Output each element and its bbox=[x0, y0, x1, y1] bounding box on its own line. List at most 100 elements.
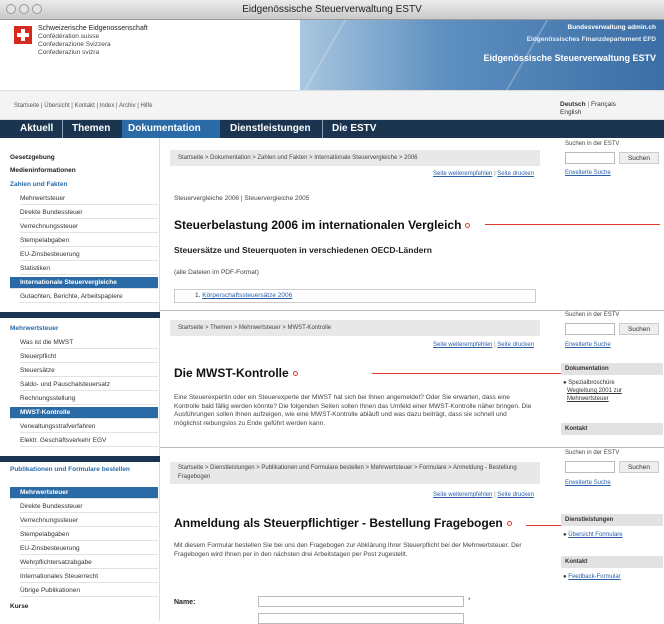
sidebar-divider bbox=[0, 312, 160, 318]
right-column-1: Suchen in der ESTV Suchen Erweiterte Suc… bbox=[553, 138, 664, 308]
search-button[interactable]: Suchen bbox=[619, 461, 659, 473]
sidebar-item-eu-zinsbesteuerung[interactable]: EU-Zinsbesteuerung bbox=[20, 249, 158, 261]
sidebar-item-mwst-kontrolle[interactable]: MWST-Kontrolle bbox=[10, 407, 158, 419]
feedback-link[interactable]: Feedback-Formular bbox=[568, 574, 620, 580]
page-title-text: Die MWST-Kontrolle bbox=[174, 366, 289, 380]
doku-bullet: ● Spezialbroschüre bbox=[563, 380, 615, 386]
nav-aktuell[interactable]: Aktuell bbox=[14, 120, 59, 138]
second-input[interactable] bbox=[258, 613, 464, 624]
search-button[interactable]: Suchen bbox=[619, 152, 659, 164]
search-input[interactable] bbox=[565, 461, 615, 473]
year-tabs[interactable]: Steuervergleiche 2006 | Steuervergleiche… bbox=[174, 195, 534, 204]
advanced-search-link[interactable]: Erweiterte Suche bbox=[565, 170, 611, 176]
sidebar-item-pub-wehrpflichtersatzabgabe[interactable]: Wehrpflichtersatzabgabe bbox=[20, 557, 158, 569]
swiss-cross-logo-icon[interactable] bbox=[14, 26, 32, 44]
sidebar-item-stempelabgaben[interactable]: Stempelabgaben bbox=[20, 235, 158, 247]
utility-links[interactable]: Startseite | Übersicht | Kontakt | Index… bbox=[14, 103, 153, 109]
kontakt-box-title: Kontakt bbox=[561, 556, 663, 568]
nav-dokumentation[interactable]: Dokumentation bbox=[122, 120, 220, 138]
breadcrumb[interactable]: Startseite > Themen > Mehrwertsteuer > M… bbox=[170, 320, 540, 336]
print-link[interactable]: Seite drucken bbox=[497, 171, 534, 177]
sidebar-item-steuerpflicht[interactable]: Steuerpflicht bbox=[20, 351, 158, 363]
formulare-item: ● Übersicht Formulare bbox=[563, 532, 623, 538]
sidebar-item-pub-uebrige[interactable]: Übrige Publikationen bbox=[20, 585, 158, 597]
advanced-search-link[interactable]: Erweiterte Suche bbox=[565, 342, 611, 348]
pdf-note: (alle Dateien im PDF-Format) bbox=[174, 269, 259, 276]
breadcrumb[interactable]: Startseite > Dienstleistungen > Publikat… bbox=[170, 462, 540, 484]
sidebar-item-pub-stempelabgaben[interactable]: Stempelabgaben bbox=[20, 529, 158, 541]
recommend-link[interactable]: Seite weiterempfehlen bbox=[433, 492, 492, 498]
department-link[interactable]: Eidgenössisches Finanzdepartement EFD bbox=[527, 36, 656, 43]
wegleitung-link[interactable]: Wegleitung 2001 zur Mehrwertsteuer bbox=[567, 388, 657, 403]
doku-bullet-text: Spezialbroschüre bbox=[568, 380, 615, 386]
name-label: Name: bbox=[174, 599, 196, 606]
admin-link[interactable]: Bundesverwaltung admin.ch bbox=[568, 24, 657, 31]
print-link[interactable]: Seite drucken bbox=[497, 342, 534, 348]
sidebar-item-statistiken[interactable]: Statistiken bbox=[20, 263, 158, 275]
sidebar-item-gesetzgebung[interactable]: Gesetzgebung bbox=[10, 152, 158, 164]
dienstleistungen-box-title: Dienstleistungen bbox=[561, 514, 663, 526]
sidebar-item-mehrwertsteuer[interactable]: Mehrwertsteuer bbox=[20, 193, 158, 205]
recommend-link[interactable]: Seite weiterempfehlen bbox=[433, 171, 492, 177]
lang-de[interactable]: Deutsch bbox=[560, 101, 586, 108]
sidebar-item-kurse[interactable]: Kurse bbox=[10, 601, 158, 613]
nav-die-estv[interactable]: Die ESTV bbox=[326, 120, 382, 138]
sidebar-item-was-ist-die-mwst[interactable]: Was ist die MWST bbox=[20, 337, 158, 349]
print-link[interactable]: Seite drucken bbox=[497, 492, 534, 498]
page-title: Die MWST-Kontrolle bbox=[174, 366, 298, 380]
nav-separator bbox=[62, 120, 63, 138]
file-number: 1. bbox=[195, 292, 201, 299]
page-actions: Seite weiterempfehlen | Seite drucken bbox=[433, 492, 534, 498]
sidebar-item-verrechnungssteuer[interactable]: Verrechnungssteuer bbox=[20, 221, 158, 233]
sidebar-item-pub-internationales-steuerrecht[interactable]: Internationales Steuerrecht bbox=[20, 571, 158, 583]
nav-themen[interactable]: Themen bbox=[66, 120, 116, 138]
search-label: Suchen in der ESTV bbox=[565, 312, 620, 318]
lang-en[interactable]: English bbox=[560, 109, 616, 117]
header-banner: Bundesverwaltung admin.ch Eidgenössische… bbox=[300, 20, 664, 90]
required-marker: * bbox=[468, 597, 471, 604]
sidebar-item-pub-direkte-bundessteuer[interactable]: Direkte Bundessteuer bbox=[20, 501, 158, 513]
advanced-search-link[interactable]: Erweiterte Suche bbox=[565, 480, 611, 486]
file-list: 1. Körperschaftssteuersätze 2006 bbox=[174, 289, 536, 303]
sidebar-divider bbox=[0, 456, 160, 462]
nav-dienstleistungen[interactable]: Dienstleistungen bbox=[224, 120, 317, 138]
search-label: Suchen in der ESTV bbox=[565, 450, 620, 456]
sidebar-item-medieninformationen[interactable]: Medieninformationen bbox=[10, 165, 158, 177]
sidebar-item-pub-eu-zinsbesteuerung[interactable]: EU-Zinsbesteuerung bbox=[20, 543, 158, 555]
sidebar-item-direkte-bundessteuer[interactable]: Direkte Bundessteuer bbox=[20, 207, 158, 219]
utility-bar: Startseite | Übersicht | Kontakt | Index… bbox=[0, 90, 664, 120]
page-title: Anmeldung als Steuerpflichtiger - Bestel… bbox=[174, 516, 512, 530]
sidebar-item-publikationen[interactable]: Publikationen und Formulare bestellen bbox=[10, 466, 158, 486]
sidebar-item-egv[interactable]: Elektr. Geschäftsverkehr EGV bbox=[20, 435, 158, 447]
sidebar-item-zahlen-und-fakten[interactable]: Zahlen und Fakten bbox=[10, 179, 158, 191]
page-title-text: Steuerbelastung 2006 im internationalen … bbox=[174, 218, 462, 232]
dokumentation-box-title: Dokumentation bbox=[561, 363, 663, 375]
agency-name[interactable]: Eidgenössische Steuerverwaltung ESTV bbox=[483, 53, 656, 63]
search-input[interactable] bbox=[565, 152, 615, 164]
recommend-link[interactable]: Seite weiterempfehlen bbox=[433, 342, 492, 348]
sidebar-item-pub-mehrwertsteuer[interactable]: Mehrwertsteuer bbox=[10, 487, 158, 499]
search-input[interactable] bbox=[565, 323, 615, 335]
lang-separator: | bbox=[587, 101, 590, 108]
name-input[interactable] bbox=[258, 596, 464, 607]
sidebar-item-steuersaetze[interactable]: Steuersätze bbox=[20, 365, 158, 377]
file-link[interactable]: Körperschaftssteuersätze 2006 bbox=[202, 292, 292, 299]
sidebar-item-verwaltungsstrafverfahren[interactable]: Verwaltungsstrafverfahren bbox=[20, 421, 158, 433]
sidebar-item-internationale-steuervergleiche[interactable]: Internationale Steuervergleiche bbox=[10, 277, 158, 289]
main-nav: Aktuell Themen Dokumentation Dienstleist… bbox=[0, 120, 664, 138]
right-column-3: Suchen in der ESTV Suchen Erweiterte Suc… bbox=[553, 448, 664, 621]
sidebar-item-gutachten[interactable]: Gutachten, Berichte, Arbeitspapiere bbox=[20, 291, 158, 303]
confed-line-de: Schweizerische Eidgenossenschaft bbox=[38, 25, 148, 32]
lang-fr[interactable]: Français bbox=[591, 101, 616, 108]
sidebar-item-saldo[interactable]: Saldo- und Pauschalsteuersatz bbox=[20, 379, 158, 391]
sidebar-item-mehrwertsteuer-heading[interactable]: Mehrwertsteuer bbox=[10, 323, 158, 335]
breadcrumb[interactable]: Startseite > Dokumentation > Zahlen und … bbox=[170, 150, 540, 166]
body-text: Eine Steuerexpertin oder ein Steuerexper… bbox=[174, 394, 532, 427]
confed-line-rm: Confederaziun svizra bbox=[38, 49, 100, 56]
nav-separator bbox=[322, 120, 323, 138]
page-subtitle: Steuersätze und Steuerquoten in verschie… bbox=[174, 245, 432, 255]
formulare-link[interactable]: Übersicht Formulare bbox=[568, 532, 622, 538]
sidebar-item-pub-verrechnungssteuer[interactable]: Verrechnungssteuer bbox=[20, 515, 158, 527]
sidebar-item-rechnungsstellung[interactable]: Rechnungsstellung bbox=[20, 393, 158, 405]
search-button[interactable]: Suchen bbox=[619, 323, 659, 335]
